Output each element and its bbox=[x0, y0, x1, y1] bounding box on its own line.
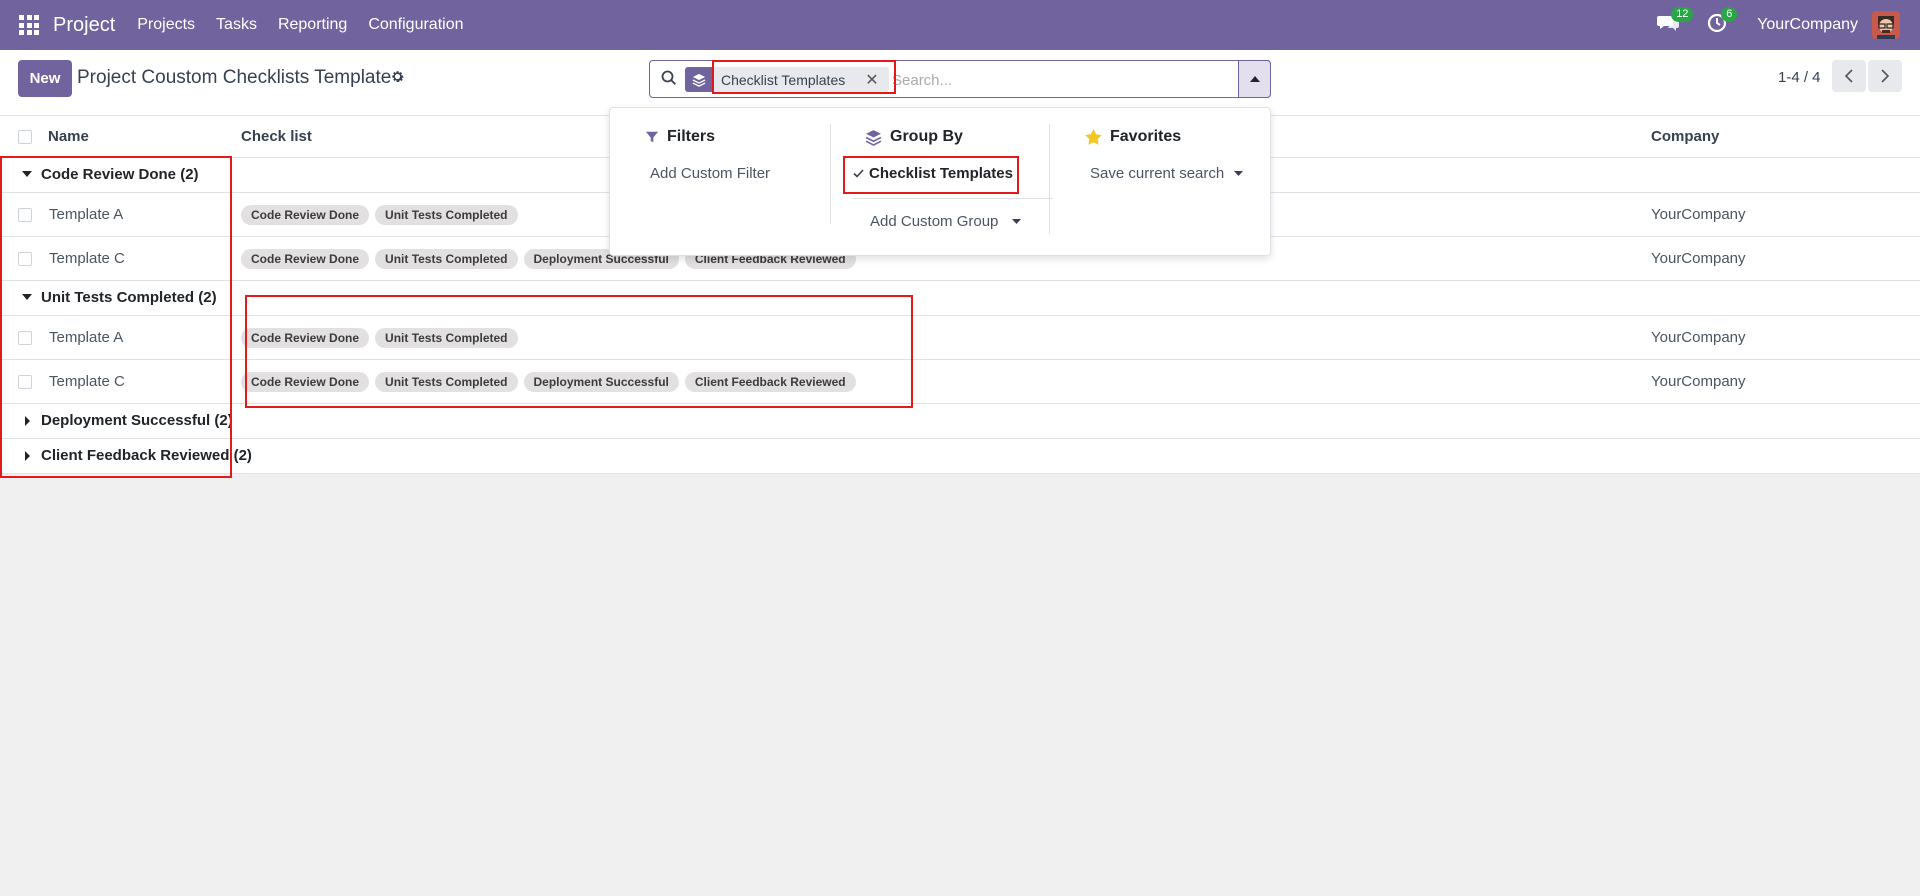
menu-projects[interactable]: Projects bbox=[137, 16, 195, 34]
new-button[interactable]: New bbox=[18, 60, 72, 97]
search-icon[interactable] bbox=[661, 70, 677, 91]
caret-right-icon bbox=[25, 451, 30, 461]
filters-title: Filters bbox=[667, 128, 716, 145]
tag: Code Review Done bbox=[241, 372, 370, 392]
caret-down-icon bbox=[22, 171, 32, 177]
systray: 12 6 YourCompany bbox=[1657, 0, 1920, 50]
column-header-checklist[interactable]: Check list bbox=[241, 128, 312, 145]
pager-previous-button[interactable] bbox=[1832, 60, 1866, 92]
menu-reporting[interactable]: Reporting bbox=[278, 16, 347, 34]
app-brand[interactable]: Project bbox=[53, 14, 115, 37]
pager-value[interactable]: 1-4 / 4 bbox=[1778, 69, 1821, 86]
group-label: Code Review Done (2) bbox=[41, 166, 199, 183]
favorites-heading: Favorites bbox=[1085, 128, 1181, 146]
layers-icon bbox=[865, 129, 882, 146]
cell-name: Template A bbox=[49, 206, 124, 223]
filters-heading: Filters bbox=[645, 128, 715, 146]
cell-name: Template C bbox=[49, 250, 125, 267]
groupby-option-checklist-templates[interactable]: Checklist Templates bbox=[853, 165, 1013, 182]
save-current-search-toggle[interactable]: Save current search bbox=[1090, 165, 1244, 182]
page-title: Project Coustom Checklists Template bbox=[77, 67, 392, 88]
checklist-tags: Code Review Done Unit Tests Completed bbox=[241, 205, 524, 225]
tag: Unit Tests Completed bbox=[375, 205, 518, 225]
search-input[interactable] bbox=[892, 68, 1222, 92]
group-row-deployment-successful[interactable]: Deployment Successful (2) bbox=[0, 404, 1920, 439]
group-row-client-feedback-reviewed[interactable]: Client Feedback Reviewed (2) bbox=[0, 439, 1920, 474]
tag: Client Feedback Reviewed bbox=[684, 372, 856, 392]
row-checkbox[interactable] bbox=[18, 252, 32, 266]
groupby-option-label: Checklist Templates bbox=[869, 165, 1013, 182]
check-icon bbox=[853, 169, 864, 178]
caret-down-icon bbox=[1234, 171, 1244, 176]
apps-menu-icon[interactable] bbox=[19, 15, 39, 35]
caret-right-icon bbox=[25, 416, 30, 426]
checklist-tags: Code Review Done Unit Tests Completed De… bbox=[241, 372, 862, 392]
tag: Code Review Done bbox=[241, 205, 370, 225]
activities-clock-icon[interactable]: 6 bbox=[1707, 7, 1738, 37]
menu-tasks[interactable]: Tasks bbox=[216, 16, 257, 34]
tag: Code Review Done bbox=[241, 249, 370, 269]
search-panel-toggle[interactable] bbox=[1238, 60, 1271, 98]
divider bbox=[1049, 124, 1050, 234]
caret-down-icon bbox=[22, 294, 32, 300]
group-row-unit-tests-completed[interactable]: Unit Tests Completed (2) bbox=[0, 281, 1920, 316]
divider bbox=[830, 124, 831, 224]
row-checkbox[interactable] bbox=[18, 375, 32, 389]
cell-name: Template A bbox=[49, 329, 124, 346]
top-navbar: Project Projects Tasks Reporting Configu… bbox=[0, 0, 1920, 50]
group-label: Client Feedback Reviewed (2) bbox=[41, 447, 252, 464]
user-avatar[interactable] bbox=[1872, 11, 1900, 39]
cell-company: YourCompany bbox=[1651, 329, 1746, 346]
column-header-company[interactable]: Company bbox=[1651, 128, 1719, 145]
divider bbox=[853, 198, 1053, 199]
main-menu: Projects Tasks Reporting Configuration bbox=[125, 16, 472, 34]
search-facet-checklist-templates: Checklist Templates ✕ bbox=[713, 67, 889, 92]
chevron-left-icon bbox=[1845, 69, 1853, 83]
add-custom-group-select[interactable]: Add Custom Group bbox=[870, 213, 1022, 230]
add-custom-group-label: Add Custom Group bbox=[870, 213, 999, 230]
messages-count-badge: 12 bbox=[1671, 7, 1694, 22]
row-checkbox[interactable] bbox=[18, 331, 32, 345]
company-switcher[interactable]: YourCompany bbox=[1757, 16, 1858, 34]
messages-icon[interactable]: 12 bbox=[1657, 7, 1694, 37]
cell-company: YourCompany bbox=[1651, 206, 1746, 223]
tag: Unit Tests Completed bbox=[375, 372, 518, 392]
star-icon bbox=[1085, 129, 1102, 145]
caret-down-icon bbox=[1012, 219, 1022, 224]
search-panel-dropdown: Filters Add Custom Filter Group By Check… bbox=[609, 107, 1271, 256]
table-row[interactable]: Template A Code Review Done Unit Tests C… bbox=[0, 316, 1920, 360]
tag: Unit Tests Completed bbox=[375, 328, 518, 348]
search-bar: Checklist Templates ✕ bbox=[649, 60, 1271, 98]
cell-company: YourCompany bbox=[1651, 250, 1746, 267]
group-by-layers-icon bbox=[685, 67, 713, 92]
select-all-checkbox[interactable] bbox=[18, 130, 32, 144]
filter-icon bbox=[645, 131, 659, 143]
group-label: Deployment Successful (2) bbox=[41, 412, 233, 429]
tag: Code Review Done bbox=[241, 328, 370, 348]
add-custom-filter[interactable]: Add Custom Filter bbox=[650, 165, 770, 182]
close-icon[interactable]: ✕ bbox=[865, 70, 878, 90]
favorites-title: Favorites bbox=[1110, 128, 1182, 145]
row-checkbox[interactable] bbox=[18, 208, 32, 222]
group-by-heading: Group By bbox=[865, 128, 963, 146]
save-current-search-label: Save current search bbox=[1090, 165, 1225, 182]
cell-name: Template C bbox=[49, 373, 125, 390]
checklist-tags: Code Review Done Unit Tests Completed bbox=[241, 328, 524, 348]
facet-label: Checklist Templates bbox=[721, 71, 846, 88]
menu-configuration[interactable]: Configuration bbox=[368, 16, 463, 34]
group-by-title: Group By bbox=[890, 128, 963, 145]
column-header-name[interactable]: Name bbox=[48, 128, 89, 145]
tag: Deployment Successful bbox=[523, 372, 679, 392]
pager-next-button[interactable] bbox=[1868, 60, 1902, 92]
activities-count-badge: 6 bbox=[1721, 7, 1738, 22]
group-label: Unit Tests Completed (2) bbox=[41, 289, 217, 306]
cell-company: YourCompany bbox=[1651, 373, 1746, 390]
tag: Unit Tests Completed bbox=[375, 249, 518, 269]
caret-up-icon bbox=[1249, 76, 1260, 82]
gear-icon[interactable] bbox=[390, 69, 405, 89]
chevron-right-icon bbox=[1881, 69, 1889, 83]
table-row[interactable]: Template C Code Review Done Unit Tests C… bbox=[0, 360, 1920, 404]
